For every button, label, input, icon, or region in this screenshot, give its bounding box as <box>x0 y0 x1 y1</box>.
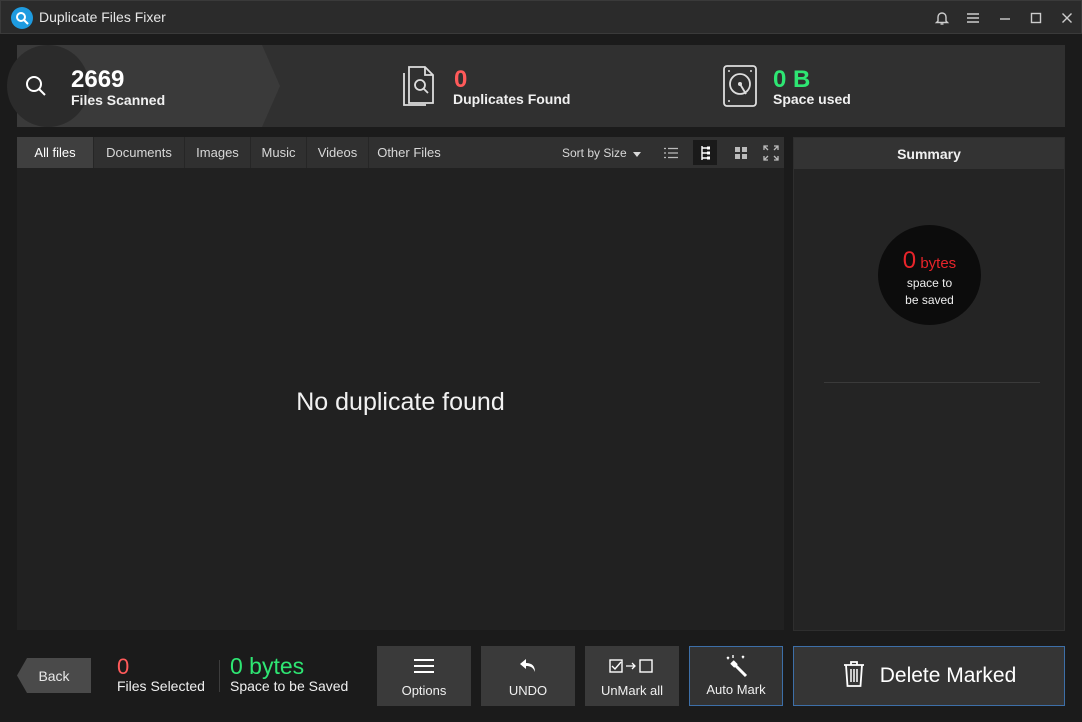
files-scanned-label: Files Scanned <box>71 92 166 108</box>
tab-images[interactable]: Images <box>185 137 251 168</box>
close-icon[interactable] <box>1056 7 1078 29</box>
space-used-label: Space used <box>773 91 851 107</box>
options-label: Options <box>401 683 447 698</box>
tab-music[interactable]: Music <box>251 137 307 168</box>
results-pane: No duplicate found <box>17 168 784 630</box>
divider <box>824 382 1040 383</box>
delete-marked-label: Delete Marked <box>879 664 1017 687</box>
summary-value: 0 <box>902 247 917 274</box>
stats-header: 2669 Files Scanned 0 Duplicates Found 0 … <box>7 45 1065 127</box>
chevron-down-icon <box>632 146 641 160</box>
filter-tabs-bar: All files Documents Images Music Videos … <box>17 137 784 174</box>
tab-all-files[interactable]: All files <box>17 137 94 174</box>
space-to-be-saved-value: 0 bytes <box>230 653 305 679</box>
duplicates-label: Duplicates Found <box>453 91 571 107</box>
unmark-icon <box>585 658 679 674</box>
minimize-icon[interactable] <box>994 7 1016 29</box>
summary-label-line2: be saved <box>905 293 954 307</box>
duplicates-count: 0 <box>454 66 468 93</box>
maximize-icon[interactable] <box>1025 7 1047 29</box>
space-used-value: 0 B <box>773 66 811 93</box>
title-bar: Duplicate Files Fixer <box>0 0 1082 34</box>
undo-label: UNDO <box>508 683 548 698</box>
undo-icon <box>481 658 575 676</box>
menu-icon[interactable] <box>962 7 984 29</box>
summary-label-line1: space to <box>906 276 953 290</box>
options-button[interactable]: Options <box>377 646 471 706</box>
auto-mark-button[interactable]: Auto Mark <box>689 646 783 706</box>
document-search-icon <box>401 63 439 114</box>
delete-marked-button[interactable]: Delete Marked <box>793 646 1065 706</box>
undo-button[interactable]: UNDO <box>481 646 575 706</box>
sort-dropdown[interactable]: Sort by Size <box>562 137 641 168</box>
summary-unit: bytes <box>920 255 957 272</box>
back-button[interactable]: Back <box>17 658 91 693</box>
tab-documents[interactable]: Documents <box>94 137 185 168</box>
magic-wand-icon <box>690 653 782 679</box>
space-to-save-circle: 0 bytes space to be saved <box>878 225 981 325</box>
bell-icon[interactable] <box>931 7 953 29</box>
summary-title: Summary <box>794 138 1064 169</box>
trash-icon <box>842 660 866 693</box>
list-view-icon[interactable] <box>659 140 683 165</box>
hard-drive-icon <box>721 64 759 113</box>
files-selected-count: 0 <box>117 654 130 679</box>
files-scanned-count: 2669 <box>71 66 125 93</box>
unmark-all-button[interactable]: UnMark all <box>585 646 679 706</box>
tab-other-files[interactable]: Other Files <box>369 137 449 168</box>
search-icon <box>25 75 47 102</box>
tab-videos[interactable]: Videos <box>307 137 369 168</box>
empty-message: No duplicate found <box>296 388 505 416</box>
menu-icon <box>377 658 471 674</box>
app-title: Duplicate Files Fixer <box>39 9 166 25</box>
expand-icon[interactable] <box>759 140 783 165</box>
divider <box>219 660 220 692</box>
app-logo-icon <box>11 7 33 29</box>
summary-panel: Summary 0 bytes space to be saved <box>793 137 1065 631</box>
grid-view-icon[interactable] <box>729 140 753 165</box>
space-to-be-saved-label: Space to be Saved <box>230 678 349 694</box>
tree-view-icon[interactable] <box>693 140 717 165</box>
auto-mark-label: Auto Mark <box>706 682 766 697</box>
unmark-all-label: UnMark all <box>600 683 664 698</box>
sort-label: Sort by Size <box>562 145 627 160</box>
files-selected-label: Files Selected <box>117 678 205 694</box>
